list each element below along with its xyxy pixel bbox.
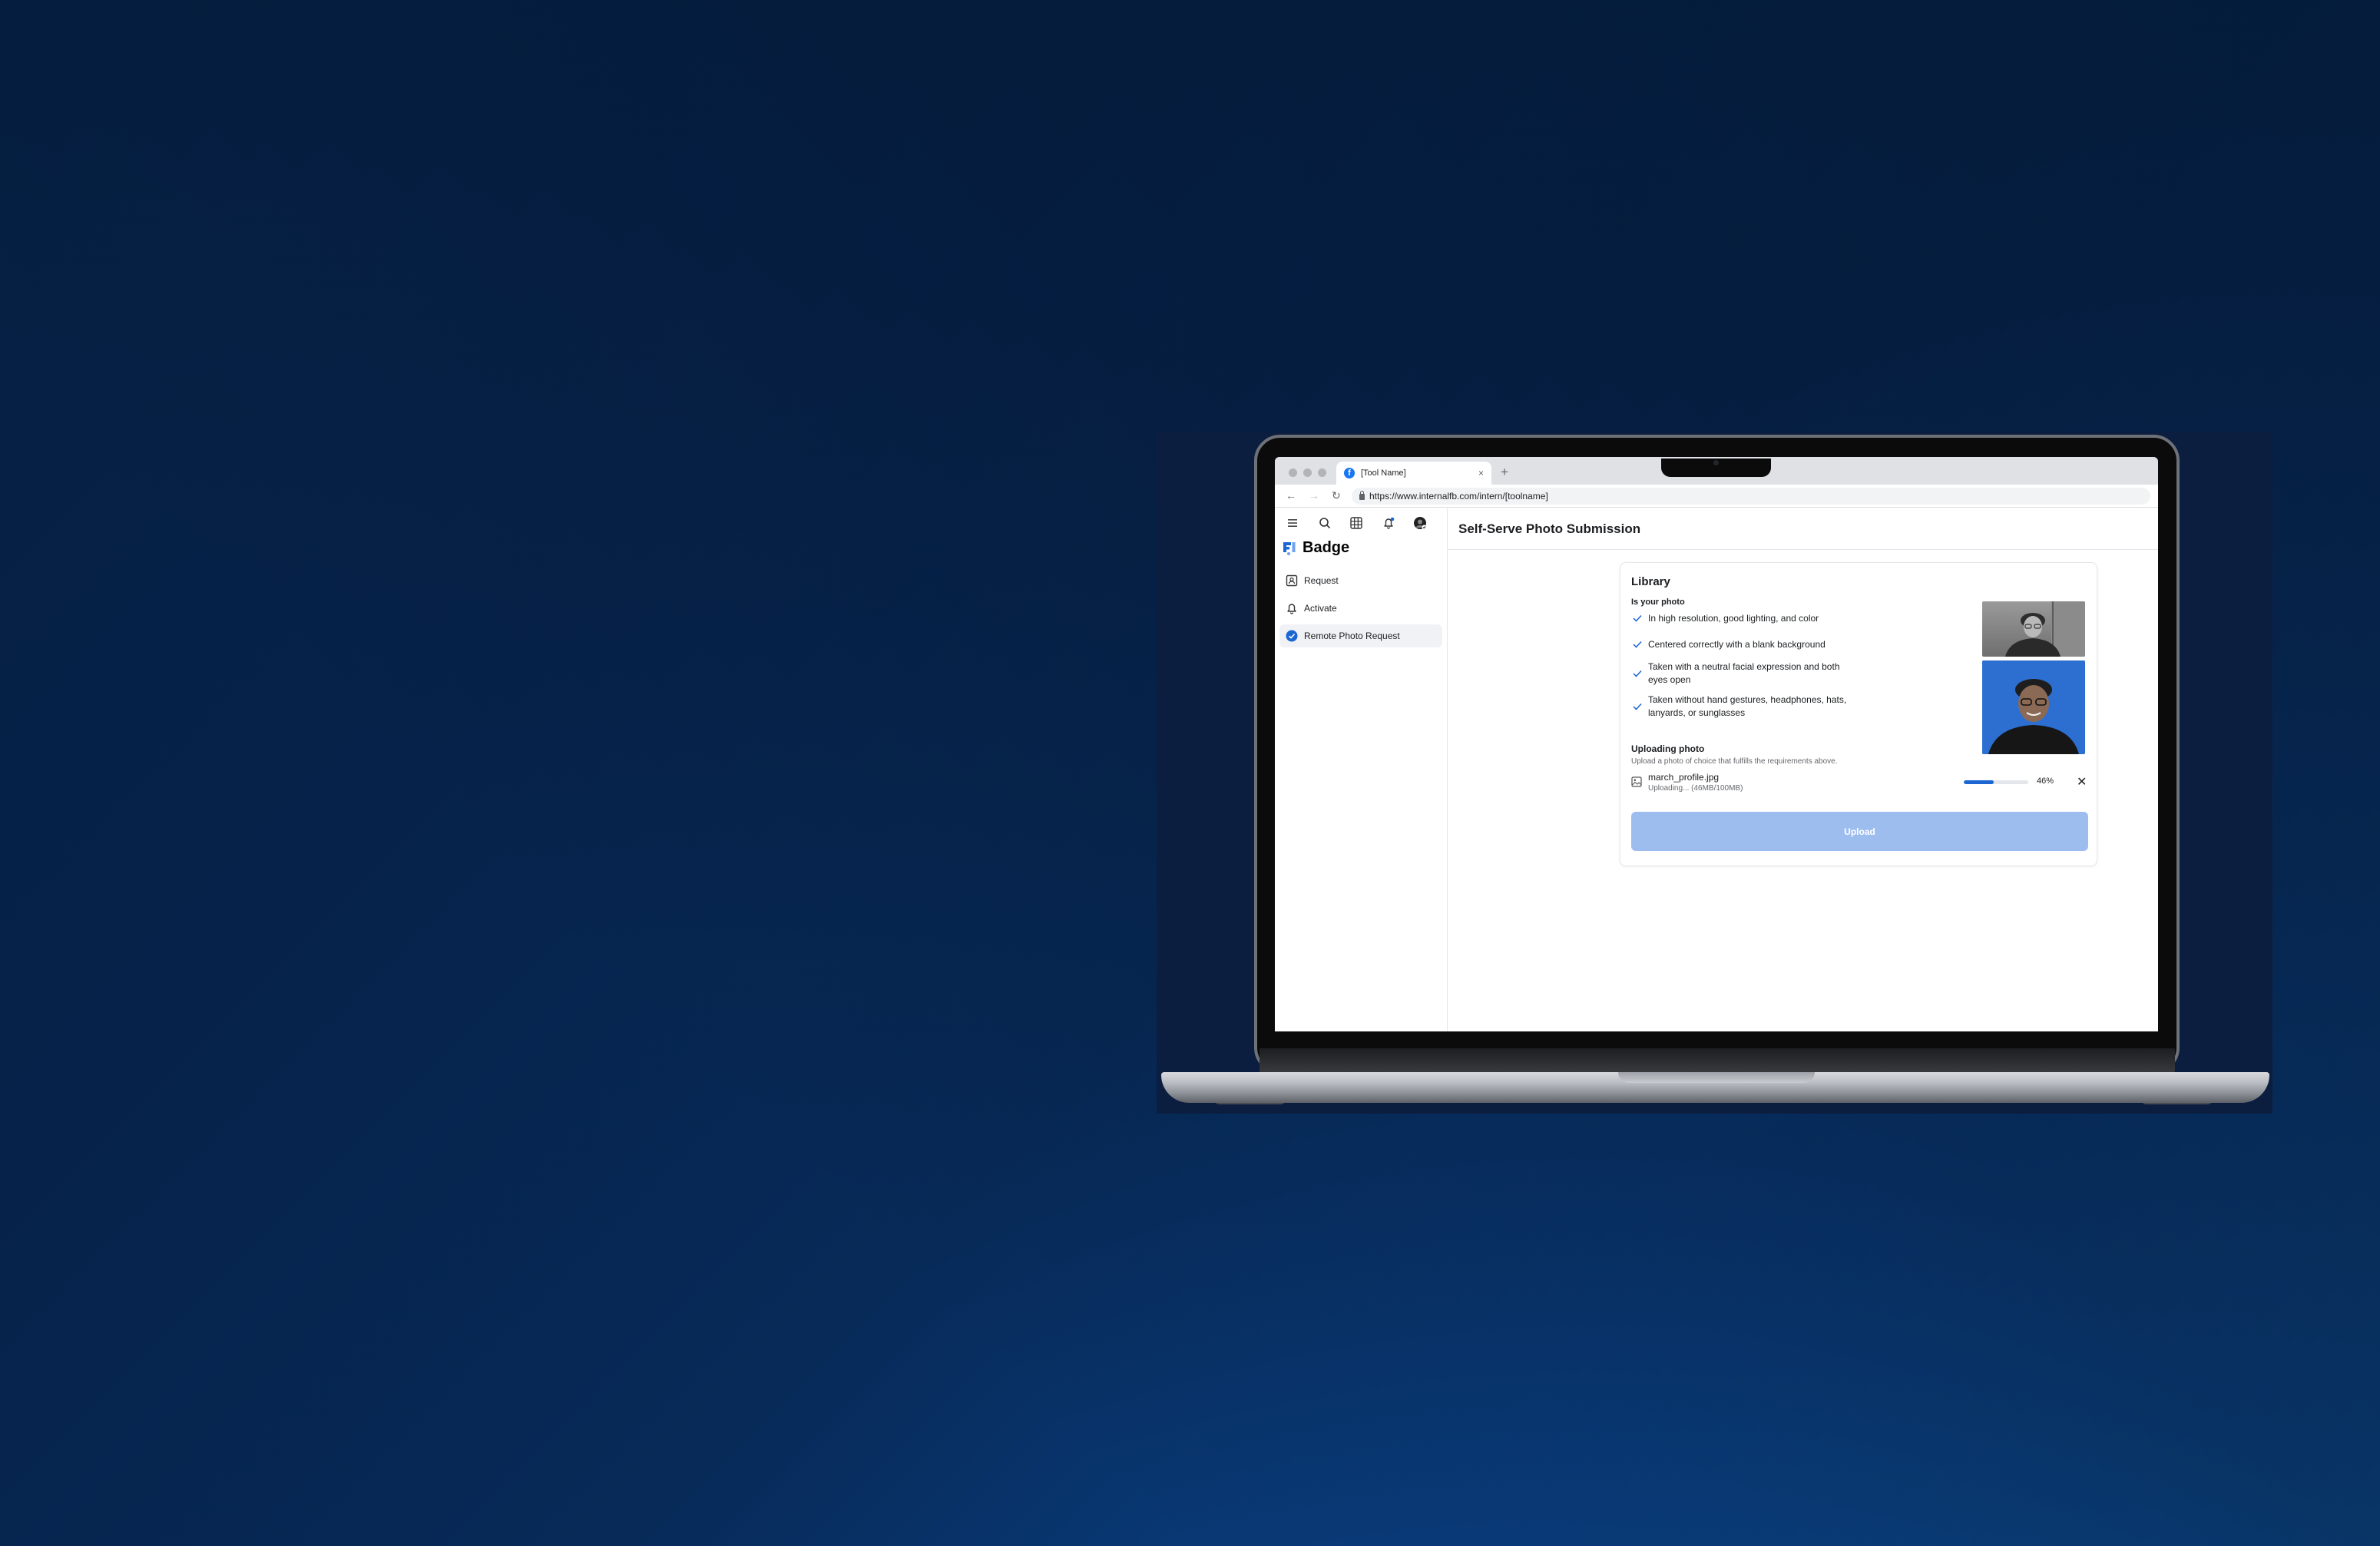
close-tab-icon[interactable]: × [1478,468,1484,478]
check-circle-icon [1286,630,1298,642]
library-card: Library Is your photo In high resolution… [1620,562,2097,866]
requirement-text: Taken with a neutral facial expression a… [1648,661,1840,685]
url-text: https://www.internalfb.com/intern/[tooln… [1369,491,1548,502]
apps-grid-icon[interactable] [1348,515,1365,531]
nav-buttons: ← → ↻ [1286,489,1341,502]
menu-icon[interactable] [1284,515,1301,531]
sidebar: Badge Request Activate Remote Photo Requ… [1275,508,1448,1031]
upload-hint: Upload a photo of choice that fulfills t… [1631,757,1838,766]
upload-heading: Uploading photo [1631,743,1705,754]
maximize-window-button[interactable] [1318,468,1326,477]
page-title: Self-Serve Photo Submission [1458,521,1641,536]
upload-button[interactable]: Upload [1631,812,2088,851]
sidebar-toolbar [1275,508,1436,531]
file-name: march_profile.jpg [1648,772,1720,783]
checkmark-icon [1633,670,1642,677]
laptop-base [1161,1072,2269,1103]
checkmark-icon [1633,703,1642,710]
file-status: Uploading... (46MB/100MB) [1648,784,1743,793]
sidebar-item-label: Activate [1304,603,1337,614]
upload-progress-bar [1964,780,2028,784]
minimize-window-button[interactable] [1303,468,1312,477]
sidebar-item-label: Remote Photo Request [1304,631,1400,641]
laptop-notch [1661,459,1771,477]
search-icon[interactable] [1316,515,1333,531]
app-brand[interactable]: Badge [1275,531,1447,557]
back-icon[interactable]: ← [1286,489,1296,502]
forward-icon[interactable]: → [1309,489,1319,502]
library-title: Library [1631,575,1670,588]
cancel-upload-icon[interactable]: ✕ [2077,774,2087,790]
app-window: Badge Request Activate Remote Photo Requ… [1275,508,2158,1031]
checkmark-icon [1633,614,1642,622]
upload-progress-fill [1964,780,1994,784]
tab-title: [Tool Name] [1361,468,1406,478]
upload-progress-percent: 46% [2037,776,2054,786]
laptop-groove [1618,1072,1815,1083]
browser-toolbar: ← → ↻ https://www.internalfb.com/intern/… [1275,485,2158,508]
sidebar-item-remote-photo-request[interactable]: Remote Photo Request [1279,624,1442,647]
browser-tab[interactable]: f [Tool Name] × [1336,462,1491,485]
avatar[interactable] [1412,515,1428,531]
requirements-heading: Is your photo [1631,598,1685,607]
close-window-button[interactable] [1289,468,1297,477]
reload-icon[interactable]: ↻ [1332,489,1341,502]
badge-logo-icon [1283,541,1296,555]
sidebar-nav: Request Activate Remote Photo Request [1275,557,1447,647]
requirement-text: In high resolution, good lighting, and c… [1648,612,1819,624]
sidebar-item-label: Request [1304,575,1339,586]
requirement-item: Taken with a neutral facial expression a… [1633,659,1871,688]
page-header: Self-Serve Photo Submission [1448,508,2158,550]
lock-icon [1359,491,1365,500]
laptop-screen: f [Tool Name] × + ← → ↻ https://www.inte… [1275,457,2158,1031]
sample-photo-blue-background [1982,660,2085,754]
new-tab-button[interactable]: + [1501,465,1508,480]
requirement-text: Centered correctly with a blank backgrou… [1648,638,1826,650]
sample-photo-grayscale [1982,601,2085,657]
checkmark-icon [1633,641,1642,648]
request-icon [1286,574,1298,587]
facebook-icon: f [1344,468,1355,478]
activate-icon [1287,604,1296,614]
main-content: Self-Serve Photo Submission Library Is y… [1448,508,2158,1031]
app-name: Badge [1303,539,1350,556]
requirement-text: Taken without hand gestures, headphones,… [1648,694,1847,718]
laptop-hinge [1260,1048,2175,1074]
requirement-item: Centered correctly with a blank backgrou… [1633,634,1871,654]
requirement-item: In high resolution, good lighting, and c… [1633,609,1871,627]
sidebar-item-request[interactable]: Request [1279,569,1442,592]
address-bar[interactable]: https://www.internalfb.com/intern/[tooln… [1352,488,2150,505]
camera-icon [1713,460,1719,465]
window-controls [1289,468,1326,477]
requirement-item: Taken without hand gestures, headphones,… [1633,691,1871,722]
requirements-list: In high resolution, good lighting, and c… [1633,609,1871,722]
notifications-bell-icon[interactable] [1380,515,1397,531]
sidebar-item-activate[interactable]: Activate [1279,597,1442,620]
image-file-icon [1631,776,1642,787]
upload-file-row: march_profile.jpg Uploading... (46MB/100… [1631,770,2088,795]
